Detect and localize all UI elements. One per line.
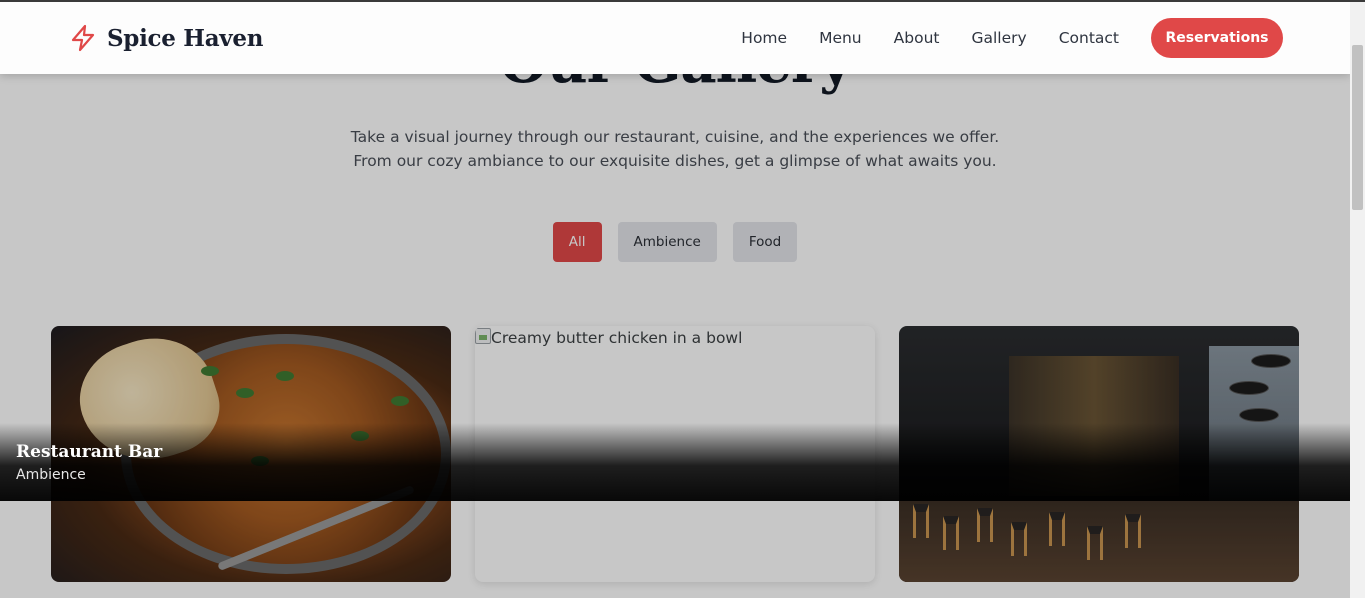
- reservations-button[interactable]: Reservations: [1151, 18, 1283, 58]
- window-top-border: [0, 0, 1365, 2]
- lightbox-category: Ambience: [16, 467, 86, 483]
- main-nav: Home Menu About Gallery Contact Reservat…: [741, 18, 1283, 58]
- lightbox-caption: Restaurant Bar Ambience: [0, 423, 1350, 501]
- lightning-icon: [71, 24, 95, 52]
- lightbox-title: Restaurant Bar: [16, 442, 163, 462]
- brand-logo[interactable]: Spice Haven: [70, 24, 263, 52]
- nav-home[interactable]: Home: [741, 29, 787, 47]
- nav-about[interactable]: About: [894, 29, 940, 47]
- page-content: Our Gallery Take a visual journey throug…: [0, 0, 1350, 598]
- nav-contact[interactable]: Contact: [1059, 29, 1119, 47]
- scrollbar-thumb[interactable]: [1352, 45, 1363, 210]
- page-scrollbar[interactable]: [1350, 0, 1365, 598]
- brand-name: Spice Haven: [107, 24, 264, 52]
- nav-gallery[interactable]: Gallery: [971, 29, 1026, 47]
- lightbox-overlay[interactable]: [0, 0, 1350, 598]
- site-header: Spice Haven Home Menu About Gallery Cont…: [0, 2, 1350, 74]
- nav-menu[interactable]: Menu: [819, 29, 862, 47]
